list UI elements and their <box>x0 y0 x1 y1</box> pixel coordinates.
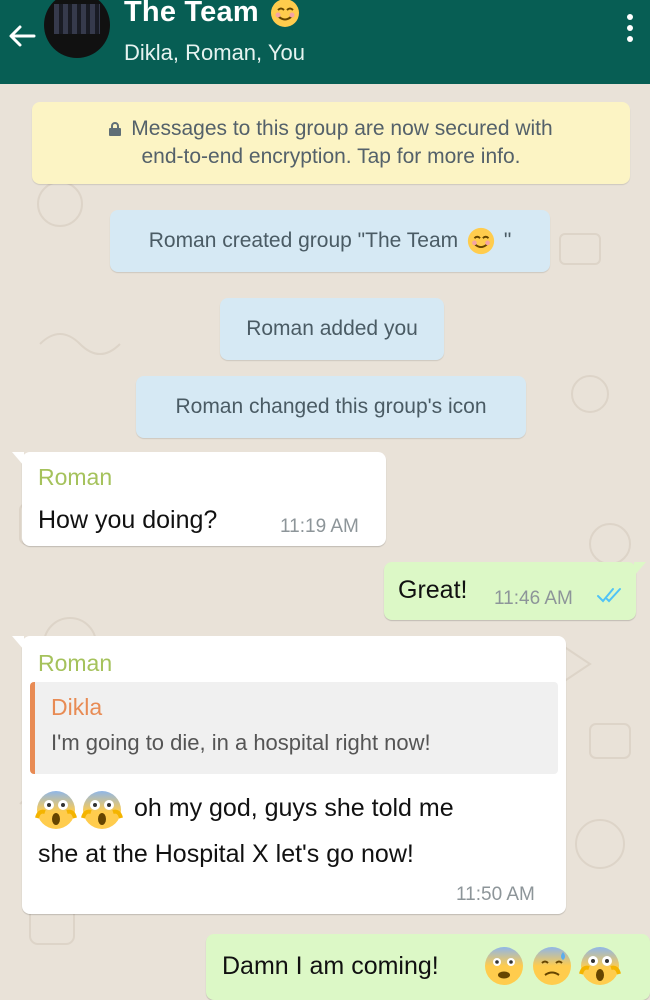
bubble-tail <box>12 452 24 466</box>
screaming-face-emoji-icon <box>81 791 123 829</box>
bubble-tail <box>634 562 646 576</box>
message-text-line-2: she at the Hospital X let's go now! <box>38 840 414 868</box>
message-time: 11:46 AM <box>494 588 573 609</box>
message-time: 11:50 AM <box>456 884 535 905</box>
icon-changed-text: Roman changed this group's icon <box>175 395 487 418</box>
smiling-emoji-icon <box>271 0 300 27</box>
message-bubble-incoming[interactable]: Roman How you doing? 11:19 AM <box>12 452 386 546</box>
anxious-face-emoji-icon <box>485 947 523 985</box>
message-text: Great! <box>398 576 468 604</box>
group-avatar[interactable] <box>44 0 110 58</box>
group-created-text: Roman created group "The Team <box>148 229 459 252</box>
group-members[interactable]: Dikla, Roman, You <box>124 40 305 66</box>
sender-name[interactable]: Roman <box>38 464 112 491</box>
group-created-end: " <box>503 229 512 252</box>
chat-header: The Team Dikla, Roman, You <box>0 0 650 84</box>
sender-name[interactable]: Roman <box>38 650 112 677</box>
message-text: How you doing? <box>38 506 218 534</box>
quoted-sender: Dikla <box>51 694 103 720</box>
more-options-icon[interactable] <box>624 14 636 50</box>
quoted-text: I'm going to die, in a hospital right no… <box>51 730 431 755</box>
added-text: Roman added you <box>246 317 418 340</box>
encryption-line-1: Messages to this group are now secured w… <box>131 117 553 140</box>
back-arrow-icon[interactable] <box>4 18 40 54</box>
message-bubble-outgoing[interactable]: Great! 11:46 AM <box>384 562 646 620</box>
message-bubble-incoming[interactable]: Roman Dikla I'm going to die, in a hospi… <box>12 636 566 914</box>
sweat-face-emoji-icon <box>533 947 571 985</box>
message-bubble-outgoing[interactable]: Damn I am coming! <box>206 934 650 1000</box>
quoted-message[interactable]: Dikla I'm going to die, in a hospital ri… <box>30 682 558 774</box>
message-time: 11:19 AM <box>280 516 359 537</box>
encryption-line-2: end-to-end encryption. Tap for more info… <box>141 145 521 168</box>
double-check-icon <box>597 588 621 603</box>
group-created-notice: Roman created group "The Team " <box>110 210 550 272</box>
lock-icon <box>109 122 122 136</box>
bubble-tail <box>12 636 24 650</box>
group-title[interactable]: The Team <box>124 0 259 29</box>
screaming-face-emoji-icon <box>579 947 621 985</box>
icon-changed-notice: Roman changed this group's icon <box>136 376 526 438</box>
group-title-row[interactable]: The Team <box>124 0 301 29</box>
message-text: Damn I am coming! <box>222 952 439 980</box>
smiling-emoji-icon <box>467 228 495 255</box>
message-text-line-1: oh my god, guys she told me <box>134 794 454 822</box>
added-notice: Roman added you <box>220 298 444 360</box>
screaming-face-emoji-icon <box>35 791 77 829</box>
encryption-notice[interactable]: Messages to this group are now secured w… <box>32 102 630 184</box>
